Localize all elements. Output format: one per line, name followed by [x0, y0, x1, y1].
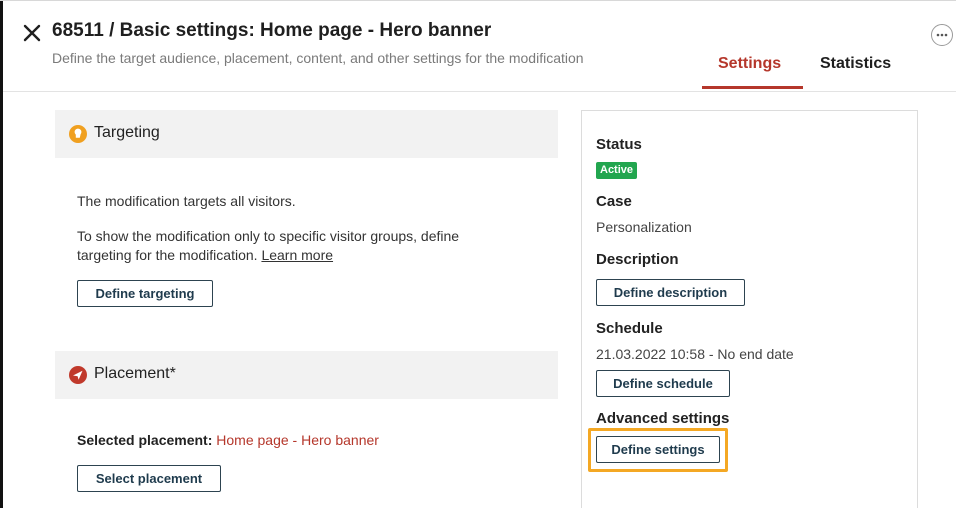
selected-placement-text: Selected placement: Home page - Hero ban…: [77, 432, 379, 448]
close-icon[interactable]: [21, 22, 43, 44]
targeting-help-text-line2: targeting for the modification. Learn mo…: [77, 247, 333, 263]
targeting-icon: [69, 125, 87, 143]
window-left-edge: [0, 0, 3, 508]
targeting-section-header: Targeting: [55, 110, 558, 158]
targeting-help-text-line1: To show the modification only to specifi…: [77, 228, 460, 244]
targeting-all-visitors-text: The modification targets all visitors.: [77, 193, 296, 209]
page-title: 68511 / Basic settings: Home page - Hero…: [52, 20, 492, 41]
selected-placement-value: Home page - Hero banner: [216, 432, 379, 448]
define-targeting-button[interactable]: Define targeting: [77, 280, 213, 307]
schedule-value: 21.03.2022 10:58 - No end date: [596, 346, 794, 362]
advanced-settings-label: Advanced settings: [596, 410, 730, 427]
define-settings-button[interactable]: Define settings: [596, 436, 720, 463]
header-divider: [3, 91, 956, 92]
active-tab-indicator: [702, 86, 803, 89]
placement-section-header: Placement*: [55, 351, 558, 399]
learn-more-link[interactable]: Learn more: [261, 247, 333, 263]
case-value: Personalization: [596, 219, 692, 235]
selected-placement-label: Selected placement:: [77, 432, 213, 448]
schedule-label: Schedule: [596, 320, 663, 337]
placement-title: Placement*: [94, 365, 176, 382]
more-options-icon[interactable]: [931, 24, 953, 46]
window-top-edge: [0, 0, 956, 1]
define-description-button[interactable]: Define description: [596, 279, 745, 306]
select-placement-button[interactable]: Select placement: [77, 465, 221, 492]
define-schedule-button[interactable]: Define schedule: [596, 370, 730, 397]
case-label: Case: [596, 193, 632, 210]
placement-icon: [69, 366, 87, 384]
status-badge: Active: [596, 162, 638, 179]
description-label: Description: [596, 251, 679, 268]
page-subtitle: Define the target audience, placement, c…: [52, 50, 584, 66]
tab-statistics[interactable]: Statistics: [820, 55, 891, 73]
targeting-title: Targeting: [94, 124, 160, 141]
tab-settings[interactable]: Settings: [718, 55, 781, 73]
targeting-help-text: targeting for the modification.: [77, 247, 258, 263]
status-label: Status: [596, 136, 642, 153]
